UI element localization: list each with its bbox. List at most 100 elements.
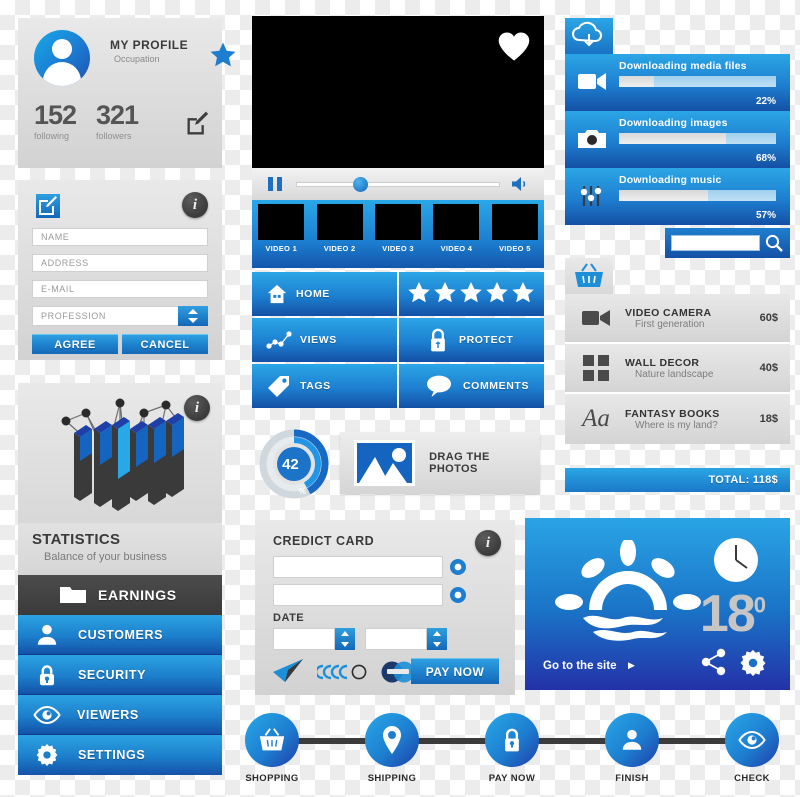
radio-indicator-icon[interactable]	[449, 558, 467, 576]
stars-rating-icon	[407, 282, 534, 303]
go-to-site-label: Go to the site	[543, 660, 617, 672]
clock-icon	[714, 538, 758, 582]
grid-item-views[interactable]: VIEWS	[252, 318, 397, 362]
product-desc: Nature landscape	[635, 368, 714, 380]
radio-indicator-icon[interactable]	[449, 586, 467, 604]
video-thumb[interactable]: VIDEO 5	[486, 200, 544, 268]
step-paynow[interactable]: PAY NOW	[484, 713, 540, 784]
name-field-placeholder: NAME	[41, 232, 70, 242]
product-row[interactable]: WALL DECOR Nature landscape 40$	[565, 344, 790, 394]
menu-item-security[interactable]: SECURITY	[18, 655, 222, 695]
play-arrow-icon: ►	[625, 660, 638, 672]
drag-photos-dropzone[interactable]: DRAG THE PHOTOS	[340, 432, 540, 494]
star-icon[interactable]	[208, 40, 238, 70]
step-finish[interactable]: FINISH	[604, 713, 660, 784]
edit-pencil-icon[interactable]	[184, 110, 212, 138]
visa-card-icon[interactable]	[317, 664, 369, 680]
grid-item-rating[interactable]	[399, 272, 544, 316]
date-month-input[interactable]	[273, 628, 335, 650]
grid-item-home[interactable]: HOME	[252, 272, 397, 316]
credit-card-title: CREDICT CARD	[273, 534, 375, 548]
video-thumb[interactable]: VIDEO 1	[252, 200, 310, 268]
paper-plane-icon[interactable]	[271, 658, 305, 684]
progress-ring: 42%	[258, 428, 330, 500]
thumb-label: VIDEO 1	[265, 244, 298, 253]
lock-icon	[431, 328, 445, 352]
statistics-card: i STATISTICS Balance of your business	[18, 383, 222, 575]
step-shopping[interactable]: SHOPPING	[244, 713, 300, 784]
product-row[interactable]: VIDEO CAMERA First generation 60$	[565, 294, 790, 344]
heart-icon[interactable]	[496, 30, 532, 62]
grid-squares-icon	[577, 355, 615, 381]
step-shipping[interactable]: SHIPPING	[364, 713, 420, 784]
step-label: FINISH	[615, 773, 649, 784]
camera-icon	[578, 130, 606, 148]
cloud-download-icon	[572, 21, 602, 47]
search-input[interactable]	[671, 235, 760, 251]
step-label: SHIPPING	[367, 773, 417, 784]
address-field[interactable]: ADDRESS	[32, 254, 208, 272]
info-icon[interactable]: i	[182, 192, 208, 218]
profession-stepper[interactable]	[178, 306, 208, 326]
date-year-input[interactable]	[365, 628, 427, 650]
product-desc: First generation	[635, 318, 705, 330]
cloud-download-tab[interactable]	[565, 18, 613, 54]
go-to-site-link[interactable]: Go to the site ►	[543, 660, 637, 672]
following-count: 152	[34, 100, 77, 130]
product-name: FANTASY BOOKS	[625, 407, 720, 420]
menu-item-viewers[interactable]: VIEWERS	[18, 695, 222, 735]
menu-item-settings[interactable]: SETTINGS	[18, 735, 222, 775]
date-year-stepper[interactable]	[427, 628, 447, 650]
card-number-input[interactable]	[273, 556, 443, 578]
thumb-label: VIDEO 5	[498, 244, 531, 253]
home-icon	[267, 284, 287, 304]
grid-item-protect[interactable]: PROTECT	[399, 318, 544, 362]
name-field[interactable]: NAME	[32, 228, 208, 246]
pay-now-button[interactable]: PAY NOW	[411, 658, 499, 684]
menu-item-earnings[interactable]: EARNINGS	[18, 575, 222, 615]
eye-icon	[725, 713, 779, 767]
pause-icon[interactable]	[266, 175, 284, 193]
temperature-value: 18	[699, 585, 756, 643]
date-month-stepper[interactable]	[335, 628, 355, 650]
menu-item-customers[interactable]: CUSTOMERS	[18, 615, 222, 655]
grid-item-comments[interactable]: COMMENTS	[399, 364, 544, 408]
download-row-media: Downloading media files 22%	[565, 54, 790, 111]
menu-label: SECURITY	[78, 667, 147, 682]
download-percent: 57%	[755, 210, 776, 221]
download-progress-bar	[619, 133, 776, 144]
download-row-music: Downloading music 57%	[565, 168, 790, 225]
eye-icon	[33, 705, 61, 724]
video-thumb[interactable]: VIDEO 3	[369, 200, 427, 268]
typography-aa-icon: Aa	[582, 405, 610, 432]
agree-button[interactable]: AGREE	[32, 334, 118, 354]
download-percent: 68%	[755, 153, 776, 164]
edit-pencil-icon[interactable]	[36, 194, 60, 218]
grid-item-tags[interactable]: TAGS	[252, 364, 397, 408]
video-screen[interactable]	[252, 16, 544, 168]
product-list: VIDEO CAMERA First generation 60$ WALL D…	[565, 294, 790, 492]
sunset-wave-icon	[555, 540, 701, 641]
volume-icon[interactable]	[510, 175, 532, 193]
cancel-button[interactable]: CANCEL	[122, 334, 208, 354]
shopping-basket-tab[interactable]	[565, 258, 613, 294]
video-thumb[interactable]: VIDEO 4	[427, 200, 485, 268]
bar-chart-3d-icon	[61, 398, 184, 511]
seek-slider[interactable]	[296, 177, 500, 192]
player-controls	[252, 168, 544, 200]
step-check[interactable]: CHECK	[724, 713, 780, 784]
user-icon	[605, 713, 659, 767]
video-thumb[interactable]: VIDEO 2	[310, 200, 368, 268]
share-icon[interactable]	[700, 648, 728, 676]
followers-count: 321	[96, 100, 139, 130]
card-holder-input[interactable]	[273, 584, 443, 606]
gear-icon	[36, 743, 58, 767]
address-field-placeholder: ADDRESS	[41, 258, 89, 268]
email-field[interactable]: E-MAIL	[32, 280, 208, 298]
gear-icon[interactable]	[738, 648, 768, 678]
info-icon[interactable]: i	[475, 530, 501, 556]
download-progress-bar	[619, 76, 776, 87]
product-row[interactable]: Aa FANTASY BOOKS Where is my land? 18$	[565, 394, 790, 444]
search-icon[interactable]	[764, 233, 784, 253]
video-camera-icon	[578, 73, 606, 90]
